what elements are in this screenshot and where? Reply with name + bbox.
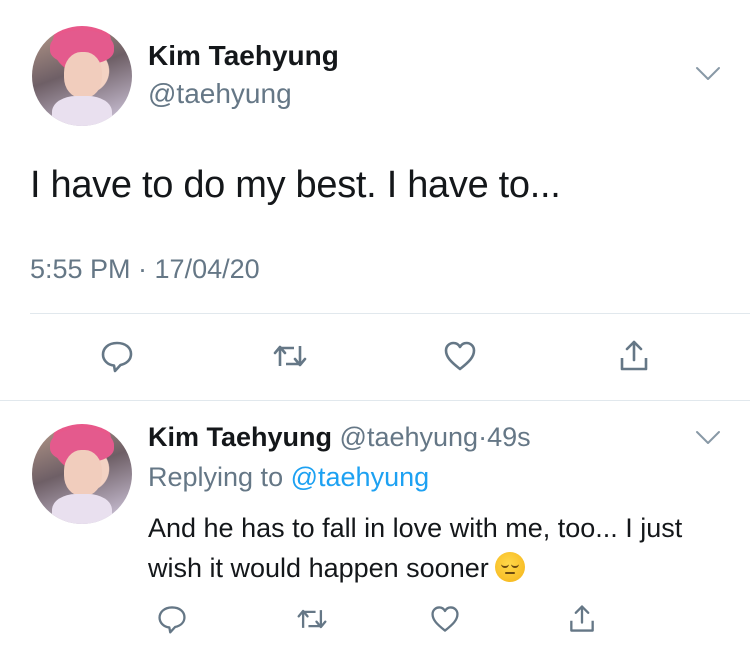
divider — [0, 400, 750, 401]
reply-header: Kim Taehyung @taehyung·49s — [148, 422, 531, 453]
share-icon — [570, 605, 594, 632]
share-button[interactable] — [560, 597, 604, 641]
avatar[interactable] — [32, 26, 132, 126]
author-name[interactable]: Kim Taehyung — [148, 40, 339, 72]
pensive-face-emoji — [494, 552, 525, 582]
retweet-button[interactable] — [268, 334, 312, 378]
reply-text-container: And he has to fall in love with me, too.… — [148, 508, 728, 588]
author-name[interactable]: Kim Taehyung — [148, 422, 332, 452]
reply-icon — [101, 341, 133, 373]
reply-icon — [158, 606, 186, 634]
tweet-text: I have to do my best. I have to... — [30, 164, 561, 206]
tweet-age[interactable]: 49s — [487, 422, 531, 452]
like-button[interactable] — [423, 597, 467, 641]
share-button[interactable] — [612, 334, 656, 378]
author-handle[interactable]: @taehyung — [340, 422, 479, 452]
reply-button[interactable] — [95, 334, 139, 378]
separator: · — [478, 422, 488, 452]
retweet-icon — [297, 609, 327, 629]
chevron-down-icon[interactable] — [695, 66, 721, 82]
author-handle[interactable]: @taehyung — [148, 78, 292, 110]
replying-label: Replying to — [148, 462, 284, 492]
replying-to-link[interactable]: @taehyung — [291, 462, 430, 492]
retweet-icon — [273, 345, 307, 367]
reply-text: And he has to fall in love with me, too.… — [148, 513, 683, 583]
replying-to: Replying to @taehyung — [148, 462, 429, 493]
like-button[interactable] — [438, 334, 482, 378]
avatar[interactable] — [32, 424, 132, 524]
like-icon — [431, 606, 459, 632]
retweet-button[interactable] — [290, 597, 334, 641]
chevron-down-icon[interactable] — [695, 430, 721, 446]
tweet-timestamp[interactable]: 5:55 PM · 17/04/20 — [30, 254, 260, 285]
like-icon — [444, 341, 476, 371]
share-icon — [620, 340, 648, 371]
reply-button[interactable] — [150, 597, 194, 641]
divider — [30, 313, 750, 314]
